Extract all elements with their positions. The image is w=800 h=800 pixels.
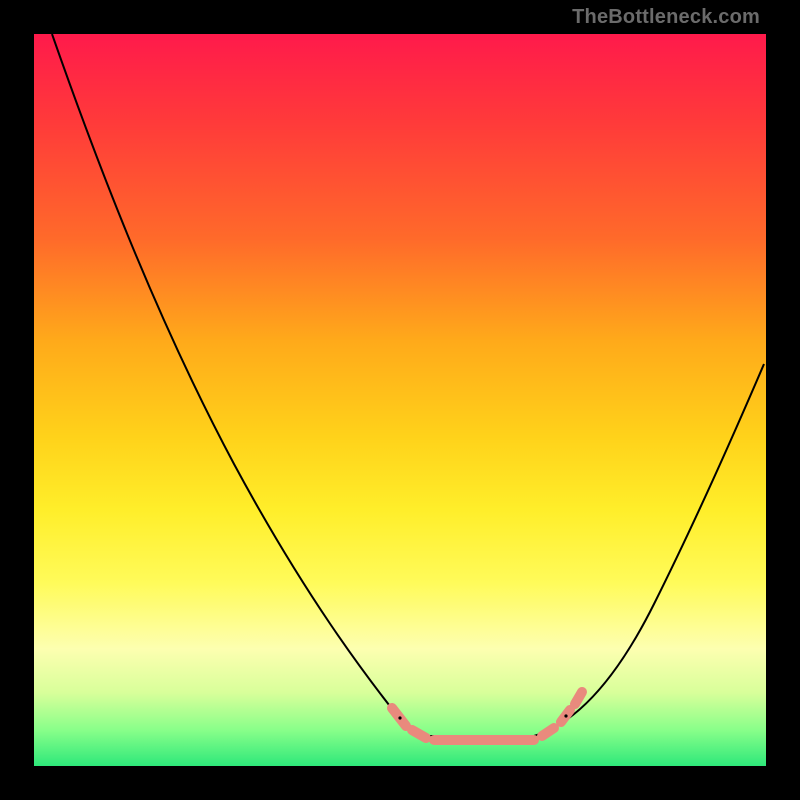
curve-left — [52, 34, 424, 736]
curve-points — [398, 714, 567, 719]
marker-dot — [575, 692, 582, 704]
marker-dot — [412, 730, 426, 738]
curve-right — [534, 364, 764, 736]
optimal-marker-group — [392, 692, 582, 740]
point — [564, 714, 567, 717]
point — [398, 716, 401, 719]
chart-frame: TheBottleneck.com — [0, 0, 800, 800]
plot-area — [34, 34, 766, 766]
watermark-text: TheBottleneck.com — [572, 6, 760, 29]
chart-svg — [34, 34, 766, 766]
marker-dot — [542, 728, 554, 736]
